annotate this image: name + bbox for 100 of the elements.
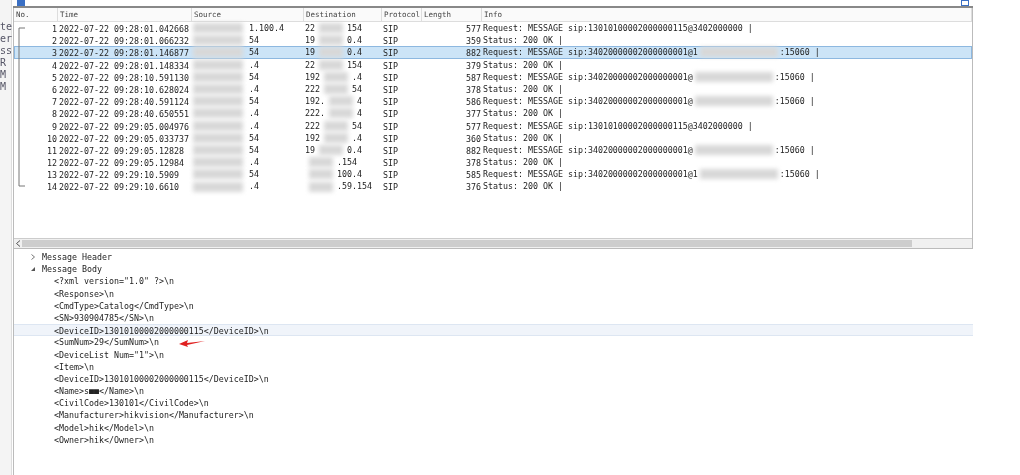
blur-redaction [193,169,243,180]
table-cell-text: SIP [383,83,399,95]
blur-redaction [309,169,333,180]
table-cell: 0.4 [347,34,362,47]
table-cell-text: 13 [46,169,58,180]
packet-row[interactable]: 14 2022-07-22 09:29:10.6610 .4 .59.154 SIP 376 Status: 200 OK | [14,180,972,193]
tree-item[interactable]: <DeviceList Num="1">\n [14,348,973,361]
table-cell-text: SIP [383,169,399,180]
collapsed-icon[interactable] [30,254,36,261]
table-cell: 54 [249,70,259,83]
tree-item[interactable]: <Response>\n [14,287,973,300]
table-cell: 22 [305,22,315,35]
table-cell: 54 [352,82,362,96]
table-cell: 222 [305,119,320,132]
table-cell: 1.100.4 [249,22,284,35]
table-cell: .4 [352,131,362,144]
packet-row[interactable]: 6 2022-07-22 09:28:10.628024 .4 222 54 SIP 378 Status: 200 OK | [14,82,972,96]
scroll-left-icon[interactable] [15,240,21,247]
table-cell: 0.4 [347,143,362,157]
table-cell: 22 [305,58,315,71]
blur-redaction [309,181,333,192]
table-cell-text: SIP [383,47,399,58]
table-cell-text: 2022-07-22 09:28:40.591124 [59,96,190,107]
table-cell-text: 379 [465,59,482,70]
table-cell: 192 [305,131,320,144]
packet-row[interactable]: 7 2022-07-22 09:28:40.591124 54 192. 4 SIP 586 Request: MESSAGE sip:34020000002000000001@ :15060 | [14,95,972,108]
table-cell: Status: 200 OK | [483,131,563,144]
blur-redaction [193,181,243,192]
tree-item[interactable]: <Model>hik</Model>\n [14,421,973,434]
table-cell: .4 [249,180,259,193]
tree-item[interactable]: <SN>930904785</SN>\n [14,311,973,325]
tree-item[interactable]: <DeviceID>13010100002000000115</DeviceID>\n [14,372,973,386]
tree-item[interactable]: <Item>\n [14,360,973,373]
packet-row[interactable]: 8 2022-07-22 09:28:40.650551 .4 222. 4 SIP 377 Status: 200 OK | [14,107,972,120]
packet-row[interactable]: 5 2022-07-22 09:28:10.591130 54 192 .4 SIP 587 Request: MESSAGE sip:34020000002000000001@ :15060 | [14,70,972,83]
table-cell-text: 2022-07-22 09:28:40.650551 [59,108,190,119]
table-cell: 54 [249,168,259,181]
blur-redaction [319,47,343,58]
packet-row[interactable]: 13 2022-07-22 09:29:10.5909 54 100.4 SIP 585 Request: MESSAGE sip:34020000002000000001@1 :15060 | [14,168,972,181]
tree-item[interactable]: <Owner>hik</Owner>\n [14,433,973,446]
table-cell: Request: MESSAGE sip:13010100002000000115@3402000000 | [483,119,753,132]
tree-item[interactable]: <Manufacturer>hikvision</Manufacturer>\n [14,409,973,422]
table-cell-text: 577 [465,23,482,34]
tree-item[interactable]: <Name>s■■</Name>\n [14,385,973,398]
table-cell-text: SIP [383,120,399,131]
table-cell: .4 [249,107,259,120]
table-cell-text: 587 [465,71,482,82]
table-cell-text: 5 [51,71,58,82]
tree-item[interactable]: <CmdType>Catalog</CmdType>\n [14,299,973,312]
table-cell: Status: 200 OK | [483,180,563,193]
table-cell-text: 378 [465,157,482,168]
table-cell-text: 12 [46,157,58,168]
packet-row[interactable]: 9 2022-07-22 09:29:05.004976 .4 222 54 SIP 577 Request: MESSAGE sip:13010100002000000115@3402000000 | [14,119,972,132]
table-cell-text: 2022-07-22 09:28:01.066232 [59,35,190,46]
table-cell: :15060 | [779,46,820,59]
table-cell-text: 2022-07-22 09:29:05.033737 [59,132,190,143]
scrollbar-thumb[interactable] [22,240,912,247]
tree-item[interactable]: <?xml version="1.0" ?>\n [14,275,973,288]
horizontal-scrollbar[interactable] [14,238,972,248]
table-cell-text: 2022-07-22 09:28:10.628024 [59,83,190,95]
packet-row[interactable]: 3 2022-07-22 09:28:01.146877 54 19 0.4 SIP 882 Request: MESSAGE sip:34020000002000000001@1 :15060 | [14,46,972,59]
blur-redaction [193,144,243,155]
table-cell-text: 7 [51,96,58,107]
packet-row[interactable]: 2 2022-07-22 09:28:01.066232 54 19 0.4 SIP 359 Status: 200 OK | [14,34,972,47]
packet-row[interactable]: 10 2022-07-22 09:29:05.033737 54 192 .4 SIP 360 Status: 200 OK | [14,131,972,144]
expanded-icon[interactable] [30,266,36,273]
table-cell: 192 [305,70,320,83]
table-cell-text: 2022-07-22 09:29:05.12984 [59,157,185,168]
table-cell: 54 [249,131,259,144]
tree-item[interactable]: Message Body [42,263,102,276]
packet-row[interactable]: 1 2022-07-22 09:28:01.042668 1.100.4 22 154 SIP 577 Request: MESSAGE sip:13010100002000000115@3402000000 | [14,22,972,35]
table-cell-text: 2022-07-22 09:29:10.6610 [59,181,180,192]
blur-redaction [193,84,243,95]
table-cell: .4 [352,70,362,83]
table-cell: .4 [249,82,259,96]
table-cell: Request: MESSAGE sip:34020000002000000001@1 [483,46,698,59]
table-cell: 4 [357,107,362,120]
table-cell-text: 378 [465,83,482,95]
blur-redaction [324,120,348,131]
blur-redaction [319,59,343,70]
window-icon[interactable] [961,0,969,6]
table-cell-text: SIP [383,157,399,168]
tree-item[interactable]: Message Header [42,251,112,264]
table-cell: 19 [305,143,315,157]
table-cell-text: 882 [465,144,482,156]
table-cell: Status: 200 OK | [483,107,563,120]
tree-item[interactable]: <CivilCode>130101</CivilCode>\n [14,397,973,410]
packet-row[interactable]: 4 2022-07-22 09:28:01.148334 .4 22 154 SIP 379 Status: 200 OK | [14,58,972,71]
packet-row[interactable]: 12 2022-07-22 09:29:05.12984 .4 .154 SIP 378 Status: 200 OK | [14,156,972,169]
table-cell: Request: MESSAGE sip:13010100002000000115@3402000000 | [483,22,753,35]
table-cell-text: 2022-07-22 09:28:01.148334 [59,59,190,70]
table-cell-text: 10 [46,132,58,143]
tree-item[interactable]: <DeviceID>13010100002000000115</DeviceID>\n [14,324,973,337]
packet-row[interactable]: 11 2022-07-22 09:29:05.12828 54 19 0.4 SIP 882 Request: MESSAGE sip:34020000002000000001@ :15060 | [14,143,972,157]
annotation-arrow [179,339,205,347]
table-cell-text: SIP [383,23,399,34]
table-cell-text: 376 [465,181,482,192]
table-cell: :15060 | [774,70,815,83]
table-cell: Status: 200 OK | [483,34,563,47]
tree-item[interactable]: <SumNum>29</SumNum>\n [14,336,973,349]
